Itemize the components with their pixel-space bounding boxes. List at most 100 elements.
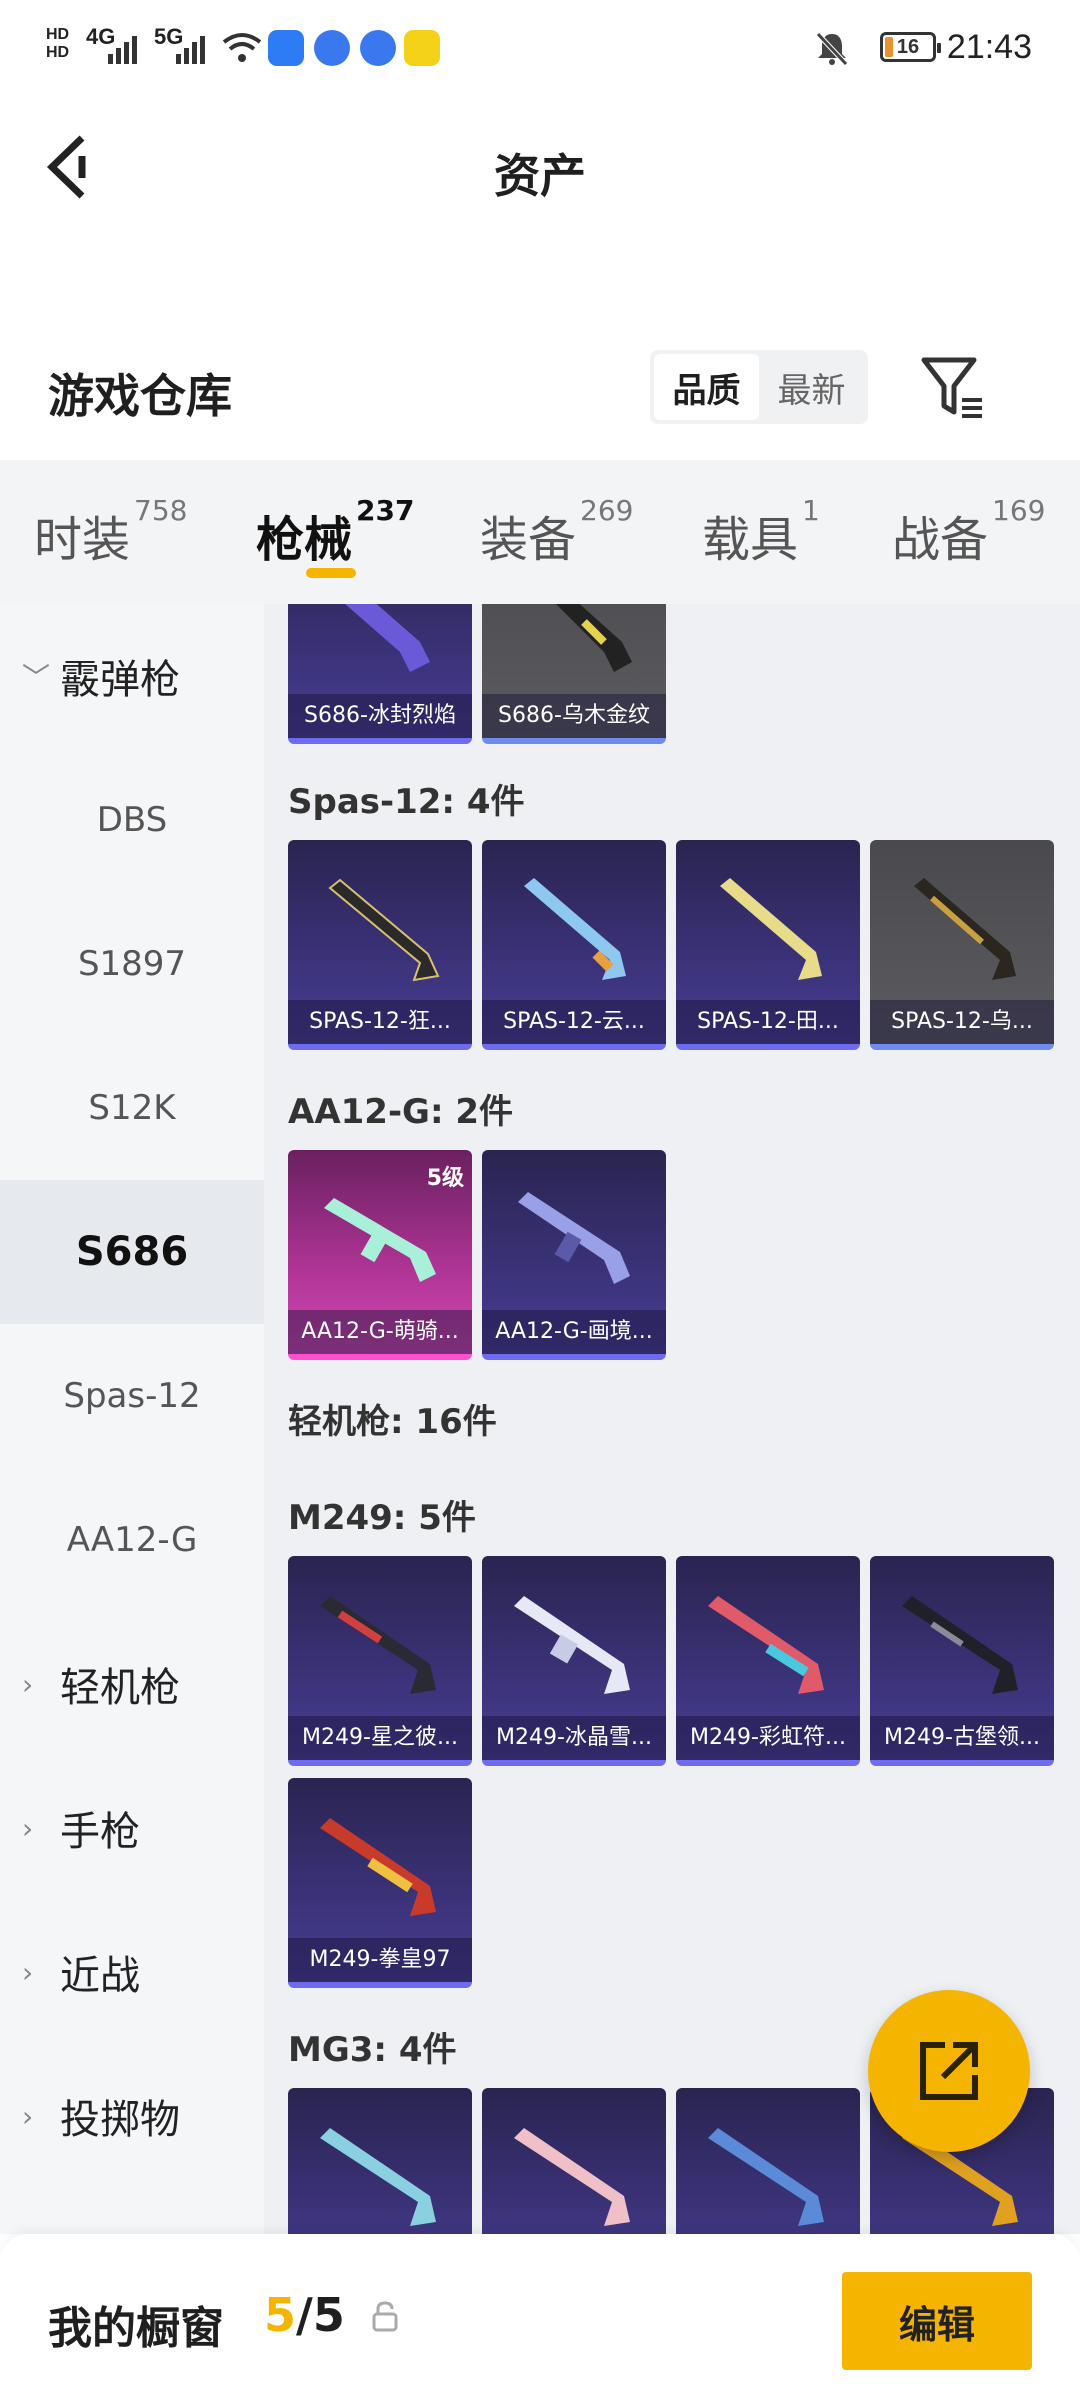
item-name: M249-星之彼... xyxy=(288,1716,472,1760)
section-header-aa12g: AA12-G: 2件 xyxy=(288,1092,514,1132)
showcase-bar: 我的橱窗 5/5 编辑 xyxy=(0,2234,1080,2400)
tab-label: 载具 xyxy=(702,512,799,568)
sidebar-label: 投掷物 xyxy=(60,2097,180,2143)
sidebar-label: S686 xyxy=(75,1229,189,1275)
app-icon xyxy=(360,30,396,66)
item-card[interactable]: SPAS-12-云... xyxy=(482,840,666,1050)
item-card[interactable] xyxy=(676,2088,860,2234)
app-icon xyxy=(268,30,304,66)
item-name: M249-彩虹符... xyxy=(676,1716,860,1760)
shotgun-icon xyxy=(524,878,626,980)
machine-gun-icon xyxy=(708,2128,824,2226)
mute-bell-icon xyxy=(816,32,848,66)
app-icon xyxy=(404,30,440,66)
sidebar-item-s12k[interactable]: S12K xyxy=(0,1036,264,1180)
sidebar-label: S12K xyxy=(88,1088,176,1128)
item-card[interactable]: M249-古堡领... xyxy=(870,1556,1054,1766)
showcase-current: 5 xyxy=(264,2288,297,2342)
section-header-lmg: 轻机枪: 16件 xyxy=(288,1402,497,1442)
sidebar-group-shotgun[interactable]: ﹀ 霰弹枪 xyxy=(0,604,264,748)
section-header-spas12: Spas-12: 4件 xyxy=(288,782,525,822)
sidebar-label: 手枪 xyxy=(60,1809,140,1855)
lock-icon xyxy=(372,2301,398,2332)
item-name: AA12-G-萌骑... xyxy=(288,1310,472,1354)
sidebar-group-pistol[interactable]: › 手枪 xyxy=(0,1756,264,1900)
showcase-count: 5/5 xyxy=(264,2288,345,2342)
sidebar-label: DBS xyxy=(96,800,168,840)
tab-label: 枪械 xyxy=(256,512,353,568)
tab-equipment[interactable]: 装备269 xyxy=(480,494,633,570)
sidebar-label: AA12-G xyxy=(66,1520,198,1560)
sidebar-label: 霰弹枪 xyxy=(60,657,180,703)
tab-count: 169 xyxy=(992,494,1046,527)
sidebar-item-s1897[interactable]: S1897 xyxy=(0,892,264,1036)
item-card[interactable]: SPAS-12-田... xyxy=(676,840,860,1050)
share-icon xyxy=(920,2042,978,2100)
item-name: M249-拳皇97 xyxy=(288,1938,472,1982)
tab-supplies[interactable]: 战备169 xyxy=(892,494,1045,570)
tab-count: 1 xyxy=(802,494,820,527)
sort-quality-button[interactable]: 品质 xyxy=(654,354,759,420)
item-card[interactable]: M249-冰晶雪... xyxy=(482,1556,666,1766)
tab-count: 758 xyxy=(134,494,188,527)
tab-vehicles[interactable]: 载具1 xyxy=(702,494,820,570)
item-card[interactable]: M249-彩虹符... xyxy=(676,1556,860,1766)
item-name: S686-乌木金纹 xyxy=(482,694,666,738)
item-card[interactable]: M249-拳皇97 xyxy=(288,1778,472,1988)
filter-icon[interactable] xyxy=(918,352,988,422)
item-card[interactable]: S686-乌木金纹 xyxy=(482,604,666,744)
item-card[interactable] xyxy=(288,2088,472,2234)
shotgun-icon xyxy=(345,604,430,672)
sidebar-item-aa12g[interactable]: AA12-G xyxy=(0,1468,264,1612)
section-header-m249: M249: 5件 xyxy=(288,1498,476,1538)
item-name: AA12-G-画境... xyxy=(482,1310,666,1354)
sidebar-group-lmg[interactable]: › 轻机枪 xyxy=(0,1612,264,1756)
item-card[interactable]: 5级 AA12-G-萌骑... xyxy=(288,1150,472,1360)
machine-gun-icon xyxy=(514,1596,630,1694)
shotgun-icon xyxy=(720,878,822,980)
item-card[interactable]: SPAS-12-狂... xyxy=(288,840,472,1050)
edit-button[interactable]: 编辑 xyxy=(842,2272,1032,2370)
sidebar: ﹀ 霰弹枪 DBS S1897 S12K S686 Spas-12 AA12-G … xyxy=(0,604,264,2234)
active-tab-indicator xyxy=(306,568,356,578)
tab-fashion[interactable]: 时装758 xyxy=(34,494,187,570)
item-name: SPAS-12-狂... xyxy=(288,1000,472,1044)
item-card[interactable]: M249-星之彼... xyxy=(288,1556,472,1766)
status-bar: HD HD 4G 5G 16 21:43 xyxy=(0,0,1080,100)
signal-icon xyxy=(176,36,205,64)
sidebar-group-throwable[interactable]: › 投掷物 xyxy=(0,2044,264,2188)
sidebar-item-spas12[interactable]: Spas-12 xyxy=(0,1324,264,1468)
machine-gun-icon xyxy=(708,1596,824,1694)
page-title: 资产 xyxy=(494,149,586,203)
sidebar-item-dbs[interactable]: DBS xyxy=(0,748,264,892)
chevron-down-icon: ﹀ xyxy=(22,661,51,694)
machine-gun-icon xyxy=(320,1596,436,1694)
section-header-mg3: MG3: 4件 xyxy=(288,2030,457,2070)
battery-level: 16 xyxy=(896,36,920,58)
item-name: SPAS-12-乌... xyxy=(870,1000,1054,1044)
item-card[interactable]: AA12-G-画境... xyxy=(482,1150,666,1360)
item-name: SPAS-12-云... xyxy=(482,1000,666,1044)
tab-guns[interactable]: 枪械237 xyxy=(256,494,414,570)
machine-gun-icon xyxy=(902,1596,1018,1694)
sidebar-group-melee[interactable]: › 近战 xyxy=(0,1900,264,2044)
item-card[interactable] xyxy=(482,2088,666,2234)
category-tabs: 时装758 枪械237 装备269 载具1 战备169 xyxy=(0,460,1080,604)
wifi-icon xyxy=(222,33,262,62)
share-button[interactable] xyxy=(868,1990,1030,2152)
item-name: M249-古堡领... xyxy=(870,1716,1054,1760)
tab-label: 装备 xyxy=(480,512,577,568)
chevron-right-icon: › xyxy=(22,1955,34,1989)
item-card[interactable]: S686-冰封烈焰 xyxy=(288,604,472,744)
sort-latest-button[interactable]: 最新 xyxy=(759,354,864,420)
rifle-icon xyxy=(324,1198,436,1282)
sidebar-item-s686[interactable]: S686 xyxy=(0,1180,264,1324)
item-name: SPAS-12-田... xyxy=(676,1000,860,1044)
sidebar-label: Spas-12 xyxy=(63,1376,201,1416)
rifle-icon xyxy=(518,1192,630,1284)
shotgun-icon xyxy=(914,878,1016,980)
item-card[interactable]: SPAS-12-乌... xyxy=(870,840,1054,1050)
sidebar-label: S1897 xyxy=(77,944,187,984)
machine-gun-icon xyxy=(320,1818,436,1916)
chevron-right-icon: › xyxy=(22,1667,34,1701)
